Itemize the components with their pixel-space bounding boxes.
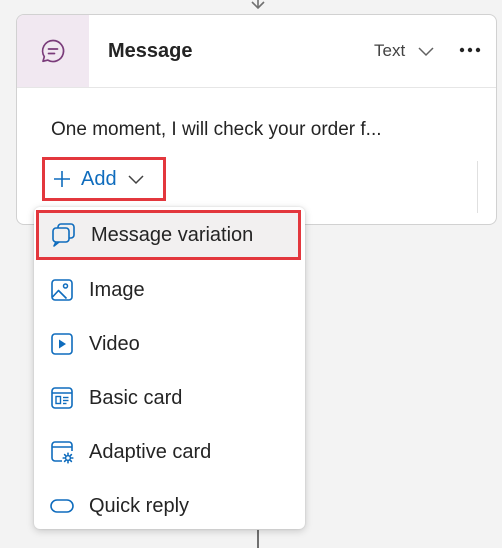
menu-item-adaptive-card[interactable]: Adaptive card bbox=[34, 427, 305, 477]
message-node-icon-tile bbox=[17, 15, 89, 87]
plus-icon bbox=[54, 171, 70, 187]
message-type-dropdown[interactable]: Text bbox=[374, 41, 435, 61]
menu-item-label: Quick reply bbox=[89, 494, 190, 517]
add-button-label: Add bbox=[81, 167, 117, 190]
menu-item-basic-card[interactable]: Basic card bbox=[34, 373, 305, 423]
card-header: Message Text bbox=[17, 15, 496, 88]
video-icon bbox=[49, 331, 75, 357]
menu-item-label: Image bbox=[89, 278, 145, 301]
card-title: Message bbox=[108, 40, 193, 62]
divider bbox=[477, 161, 478, 213]
menu-item-label: Video bbox=[89, 332, 140, 355]
message-node-card[interactable]: Message Text One moment, I will check yo… bbox=[16, 14, 497, 225]
add-button[interactable]: Add bbox=[42, 157, 166, 201]
message-text[interactable]: One moment, I will check your order f... bbox=[51, 119, 382, 141]
more-options-button[interactable] bbox=[457, 37, 483, 63]
menu-item-message-variation[interactable]: Message variation bbox=[36, 210, 301, 260]
flow-connector bbox=[257, 530, 259, 548]
add-menu: Message variation Image Video Basic card… bbox=[34, 207, 305, 529]
image-icon bbox=[49, 277, 75, 303]
menu-item-video[interactable]: Video bbox=[34, 319, 305, 369]
menu-item-quick-reply[interactable]: Quick reply bbox=[34, 481, 305, 531]
adaptive-card-icon bbox=[49, 439, 75, 465]
menu-item-image[interactable]: Image bbox=[34, 265, 305, 315]
chevron-down-icon bbox=[128, 175, 144, 185]
arrow-down-icon bbox=[251, 0, 265, 10]
message-type-label: Text bbox=[374, 41, 406, 60]
quick-reply-icon bbox=[49, 493, 75, 519]
menu-item-label: Message variation bbox=[91, 223, 254, 246]
more-icon bbox=[459, 47, 481, 53]
message-icon bbox=[41, 39, 65, 63]
menu-item-label: Adaptive card bbox=[89, 440, 212, 463]
message-variation-icon bbox=[51, 222, 77, 248]
chevron-down-icon bbox=[418, 47, 434, 57]
menu-item-label: Basic card bbox=[89, 386, 183, 409]
basic-card-icon bbox=[49, 385, 75, 411]
